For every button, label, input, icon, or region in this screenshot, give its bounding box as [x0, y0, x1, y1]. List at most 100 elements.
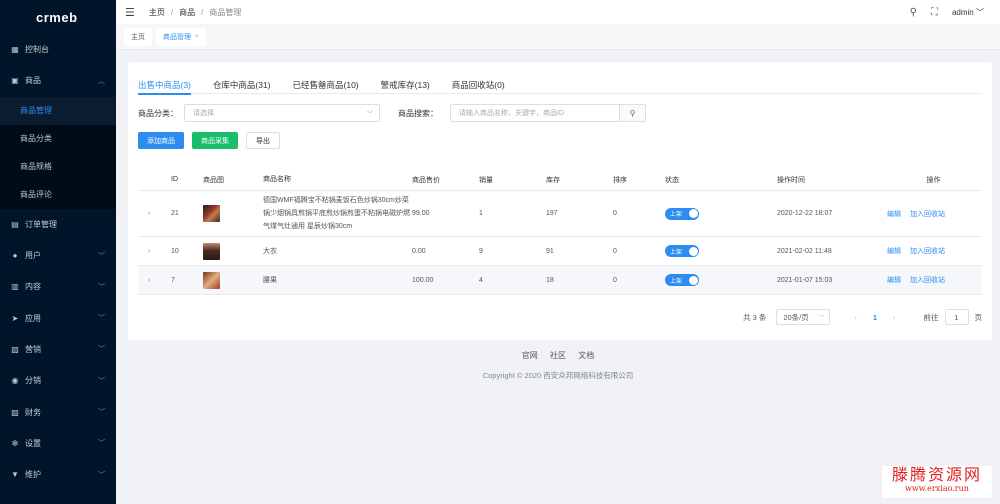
product-thumbnail[interactable]: [203, 271, 220, 289]
footer-link-official[interactable]: 官网: [522, 351, 538, 360]
sidebar-item-label: 设置: [25, 438, 41, 448]
header-sales: 销量: [479, 176, 493, 184]
chevron-down-icon: ﹀: [98, 471, 105, 479]
header-sort: 排序: [613, 176, 627, 184]
filter-bar: 商品分类： 请选择 ﹀ 商品搜索： 请输入商品名称，关键字，商品ID ⚲: [138, 104, 982, 122]
user-menu[interactable]: admin ﹀: [952, 7, 984, 18]
chevron-down-icon: ﹀: [98, 346, 105, 354]
add-goods-button[interactable]: 添加商品: [138, 132, 184, 149]
cell-sort: 0: [613, 210, 617, 217]
header-stock: 库存: [546, 176, 560, 184]
expand-icon[interactable]: ›: [138, 248, 160, 255]
tab-recycle-bin[interactable]: 商品回收站(0): [452, 72, 505, 94]
tab-sold-out[interactable]: 已经售罄商品(10): [293, 72, 359, 94]
fullscreen-icon[interactable]: ⛶: [931, 7, 938, 18]
sidebar-item-goods[interactable]: ▣ 商品 ︿: [0, 65, 116, 96]
cell-status: 上架: [663, 207, 775, 220]
sidebar-subitem-goods-manage[interactable]: 商品管理: [0, 96, 116, 125]
sidebar-subitem-goods-review[interactable]: 商品评论: [0, 181, 116, 209]
search-icon[interactable]: ⚲: [910, 7, 917, 18]
pagetab-goods-manage[interactable]: 商品管理 ×: [156, 27, 206, 46]
sidebar-subitem-goods-spec[interactable]: 商品规格: [0, 153, 116, 181]
sidebar-item-settings[interactable]: ✻ 设置 ﹀: [0, 428, 116, 459]
tab-low-stock[interactable]: 警戒库存(13): [381, 72, 430, 94]
edit-link[interactable]: 编辑: [887, 211, 901, 218]
dashboard-icon: ▦: [11, 45, 19, 55]
cell-image: [201, 271, 261, 289]
footer-link-community[interactable]: 社区: [550, 351, 566, 360]
recycle-link[interactable]: 加入回收站: [910, 248, 945, 255]
cell-operation: 编辑 加入回收站: [885, 246, 982, 256]
user-icon: ●: [12, 251, 18, 261]
sidebar-item-distribution[interactable]: ◉ 分销 ﹀: [0, 365, 116, 396]
goods-submenu: 商品管理 商品分类 商品规格 商品评论: [0, 96, 116, 209]
page-size-value: 20条/页: [783, 312, 809, 322]
header-id: ID: [171, 176, 178, 183]
goto-page-input[interactable]: 1: [944, 309, 969, 325]
recycle-link[interactable]: 加入回收站: [910, 211, 945, 218]
close-icon[interactable]: ×: [195, 34, 199, 40]
sidebar-item-maintenance[interactable]: ▼ 维护 ﹀: [0, 459, 116, 490]
recycle-link[interactable]: 加入回收站: [910, 277, 945, 284]
pagetab-home[interactable]: 主页: [124, 27, 152, 46]
next-page-icon[interactable]: ›: [893, 313, 896, 322]
breadcrumb: 主页 / 商品 / 商品管理: [149, 7, 241, 18]
edit-link[interactable]: 编辑: [887, 248, 901, 255]
sidebar-item-finance[interactable]: ▨ 财务 ﹀: [0, 396, 116, 427]
breadcrumb-home[interactable]: 主页: [149, 7, 165, 18]
sidebar-item-content[interactable]: ▥ 内容 ﹀: [0, 271, 116, 302]
sidebar-item-app[interactable]: ➤ 应用 ﹀: [0, 302, 116, 333]
sidebar-item-label: 维护: [25, 470, 41, 480]
edit-link[interactable]: 编辑: [887, 277, 901, 284]
search-button[interactable]: ⚲: [620, 104, 646, 122]
logo[interactable]: crmeb: [0, 0, 116, 34]
chevron-down-icon: ﹀: [98, 440, 105, 448]
category-select[interactable]: 请选择 ﹀: [184, 104, 380, 122]
chevron-down-icon: ﹀: [98, 409, 105, 417]
sidebar-item-orders[interactable]: ▤ 订单管理: [0, 209, 116, 240]
cell-time: 2021-01-07 15:03: [777, 276, 833, 284]
sidebar-item-marketing[interactable]: ▧ 营销 ﹀: [0, 334, 116, 365]
tab-warehouse[interactable]: 仓库中商品(31): [213, 72, 271, 94]
footer-link-docs[interactable]: 文档: [578, 351, 594, 360]
top-header: ☰ 主页 / 商品 / 商品管理 ⚲ ⛶ admin ﹀: [116, 0, 1000, 24]
header-image: 商品图: [203, 176, 224, 184]
search-label: 商品搜索：: [398, 108, 438, 118]
menu-toggle-icon[interactable]: ☰: [125, 6, 135, 19]
goto-page: 前往 1 页: [924, 309, 982, 325]
expand-icon[interactable]: ›: [138, 277, 160, 284]
expand-icon[interactable]: ›: [138, 210, 160, 217]
chevron-down-icon: ﹀: [819, 314, 825, 321]
cell-name: 腰果: [263, 276, 277, 284]
page-size-select[interactable]: 20条/页 ﹀: [776, 309, 831, 325]
table-row: › 21 德国WMF福腾宝不粘锅麦饭石色炒锅30cm炒菜锅少烟锅具煎锅平底煎炒锅…: [138, 191, 982, 237]
goods-icon: ▣: [11, 76, 19, 86]
cell-price: 99.00: [412, 210, 430, 217]
table-row: › 7 腰果 100.00 4 18 0 上架 2021-01-07 15:03…: [138, 266, 982, 295]
sidebar-subitem-goods-category[interactable]: 商品分类: [0, 125, 116, 153]
breadcrumb-separator: /: [201, 7, 204, 17]
header-status: 状态: [665, 176, 679, 184]
breadcrumb-goods[interactable]: 商品: [179, 7, 195, 18]
collect-goods-button[interactable]: 商品采集: [192, 132, 238, 149]
sidebar-item-label: 内容: [25, 282, 41, 292]
status-toggle[interactable]: 上架: [665, 207, 699, 220]
pagination: 共 3 条 20条/页 ﹀ ‹ 1 › 前往 1 页: [743, 309, 982, 325]
prev-page-icon[interactable]: ‹: [854, 313, 857, 322]
export-button[interactable]: 导出: [246, 132, 280, 149]
product-thumbnail[interactable]: [203, 205, 220, 222]
sidebar-item-dashboard[interactable]: ▦ 控制台: [0, 34, 116, 65]
search-input[interactable]: 请输入商品名称，关键字，商品ID: [450, 104, 620, 122]
sidebar-item-user[interactable]: ● 用户 ﹀: [0, 240, 116, 271]
table-row: › 10 大衣 0.00 9 91 0 上架 2021-02-02 11:48 …: [138, 237, 982, 266]
chevron-down-icon: ﹀: [976, 7, 984, 17]
status-toggle[interactable]: 上架: [665, 274, 699, 286]
maintenance-icon: ▼: [11, 470, 19, 480]
cell-sales: 9: [479, 247, 483, 255]
status-toggle[interactable]: 上架: [665, 245, 699, 257]
cell-name: 德国WMF福腾宝不粘锅麦饭石色炒锅30cm炒菜锅少烟锅具煎锅平底煎炒锅煎蛋不粘锅…: [263, 197, 410, 230]
current-page[interactable]: 1: [873, 313, 877, 322]
product-thumbnail[interactable]: [203, 242, 220, 260]
tab-on-sale[interactable]: 出售中商品(3): [138, 72, 191, 95]
toggle-knob: [688, 209, 698, 218]
